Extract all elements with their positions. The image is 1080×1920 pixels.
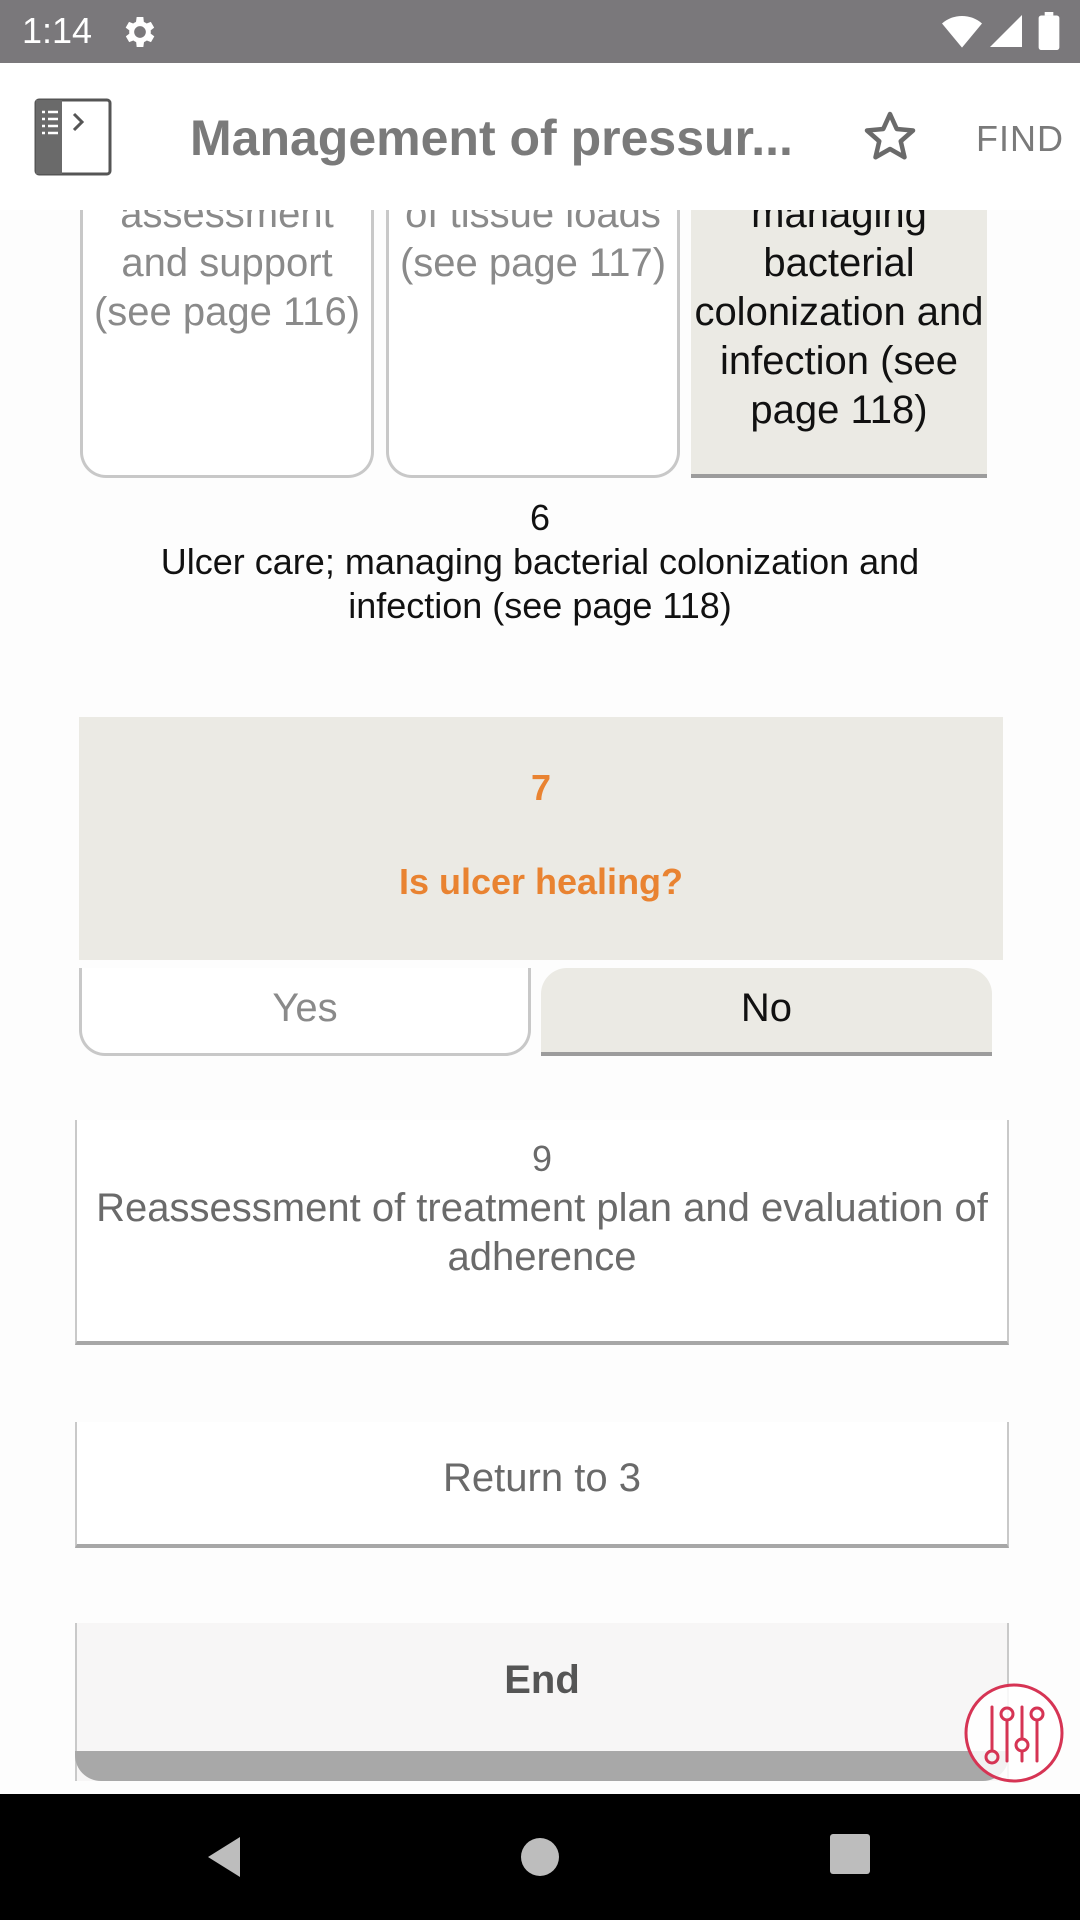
recents-icon[interactable] xyxy=(830,1832,874,1876)
equalizer-sliders-icon[interactable] xyxy=(962,1681,1066,1785)
yes-button[interactable]: Yes xyxy=(79,968,531,1056)
flowchart-content: assessment and support (see page 116) of… xyxy=(0,210,1080,1794)
home-icon[interactable] xyxy=(518,1832,568,1882)
page-title: Management of pressur... xyxy=(190,110,793,166)
return-label: Return to 3 xyxy=(443,1456,641,1500)
signal-icon xyxy=(990,15,1022,47)
step-6: 6 Ulcer care; managing bacterial coloniz… xyxy=(100,496,980,628)
star-icon[interactable] xyxy=(860,107,920,167)
step-9-card[interactable]: 9 Reassessment of treatment plan and eva… xyxy=(75,1120,1009,1345)
step-text: Reassessment of treatment plan and evalu… xyxy=(96,1186,988,1279)
return-to-3-card[interactable]: Return to 3 xyxy=(75,1422,1009,1548)
battery-icon xyxy=(1038,12,1060,50)
app-bar: Management of pressur... FIND xyxy=(0,63,1080,210)
end-card-bar xyxy=(75,1751,1009,1781)
back-icon[interactable] xyxy=(200,1832,250,1882)
sidebar-menu-icon[interactable] xyxy=(34,98,112,176)
wifi-icon xyxy=(942,16,982,48)
gear-icon xyxy=(125,17,155,47)
navigation-bar xyxy=(0,1794,1080,1920)
question-number: 7 xyxy=(530,767,552,808)
status-time: 1:14 xyxy=(22,10,93,51)
end-card[interactable]: End xyxy=(75,1623,1009,1781)
step-text: Ulcer care; managing bacterial colonizat… xyxy=(160,541,920,626)
end-label: End xyxy=(504,1658,580,1702)
option-button[interactable]: of tissue loads (see page 117) xyxy=(386,210,680,478)
no-button[interactable]: No xyxy=(541,968,992,1056)
question-text: Is ulcer healing? xyxy=(398,861,684,902)
find-button[interactable]: FIND xyxy=(976,118,1064,160)
status-bar: 1:14 xyxy=(0,0,1080,63)
step-number: 6 xyxy=(529,497,551,538)
question-box: 7 Is ulcer healing? xyxy=(79,717,1003,960)
option-button[interactable]: assessment and support (see page 116) xyxy=(80,210,374,478)
option-button-selected[interactable]: managing bacterial colonization and infe… xyxy=(691,210,987,478)
step-number: 9 xyxy=(531,1138,553,1179)
